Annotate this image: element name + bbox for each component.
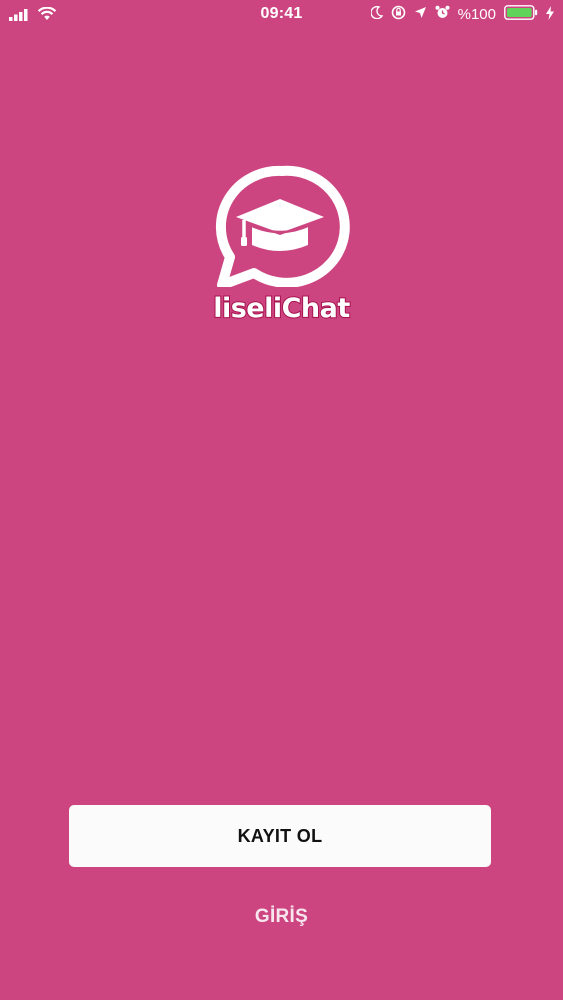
status-bar: 09:41 %100 (0, 0, 563, 30)
status-right: %100 (369, 5, 554, 24)
chat-graduation-cap-icon (215, 165, 350, 287)
moon-icon (369, 5, 383, 23)
battery-percent: %100 (457, 6, 496, 23)
charging-icon (546, 5, 554, 24)
register-button[interactable]: KAYIT OL (69, 805, 491, 867)
app-logo: liseliChat (0, 165, 563, 335)
login-button[interactable]: GİRİŞ (0, 906, 563, 928)
rotation-lock-icon (391, 5, 406, 24)
location-icon (414, 6, 427, 23)
welcome-screen: 09:41 %100 liseliChat KAYIT OL GİRİŞ (0, 0, 563, 1000)
alarm-icon (435, 5, 450, 24)
battery-icon (504, 5, 538, 24)
app-name: liseliChat (212, 292, 351, 325)
